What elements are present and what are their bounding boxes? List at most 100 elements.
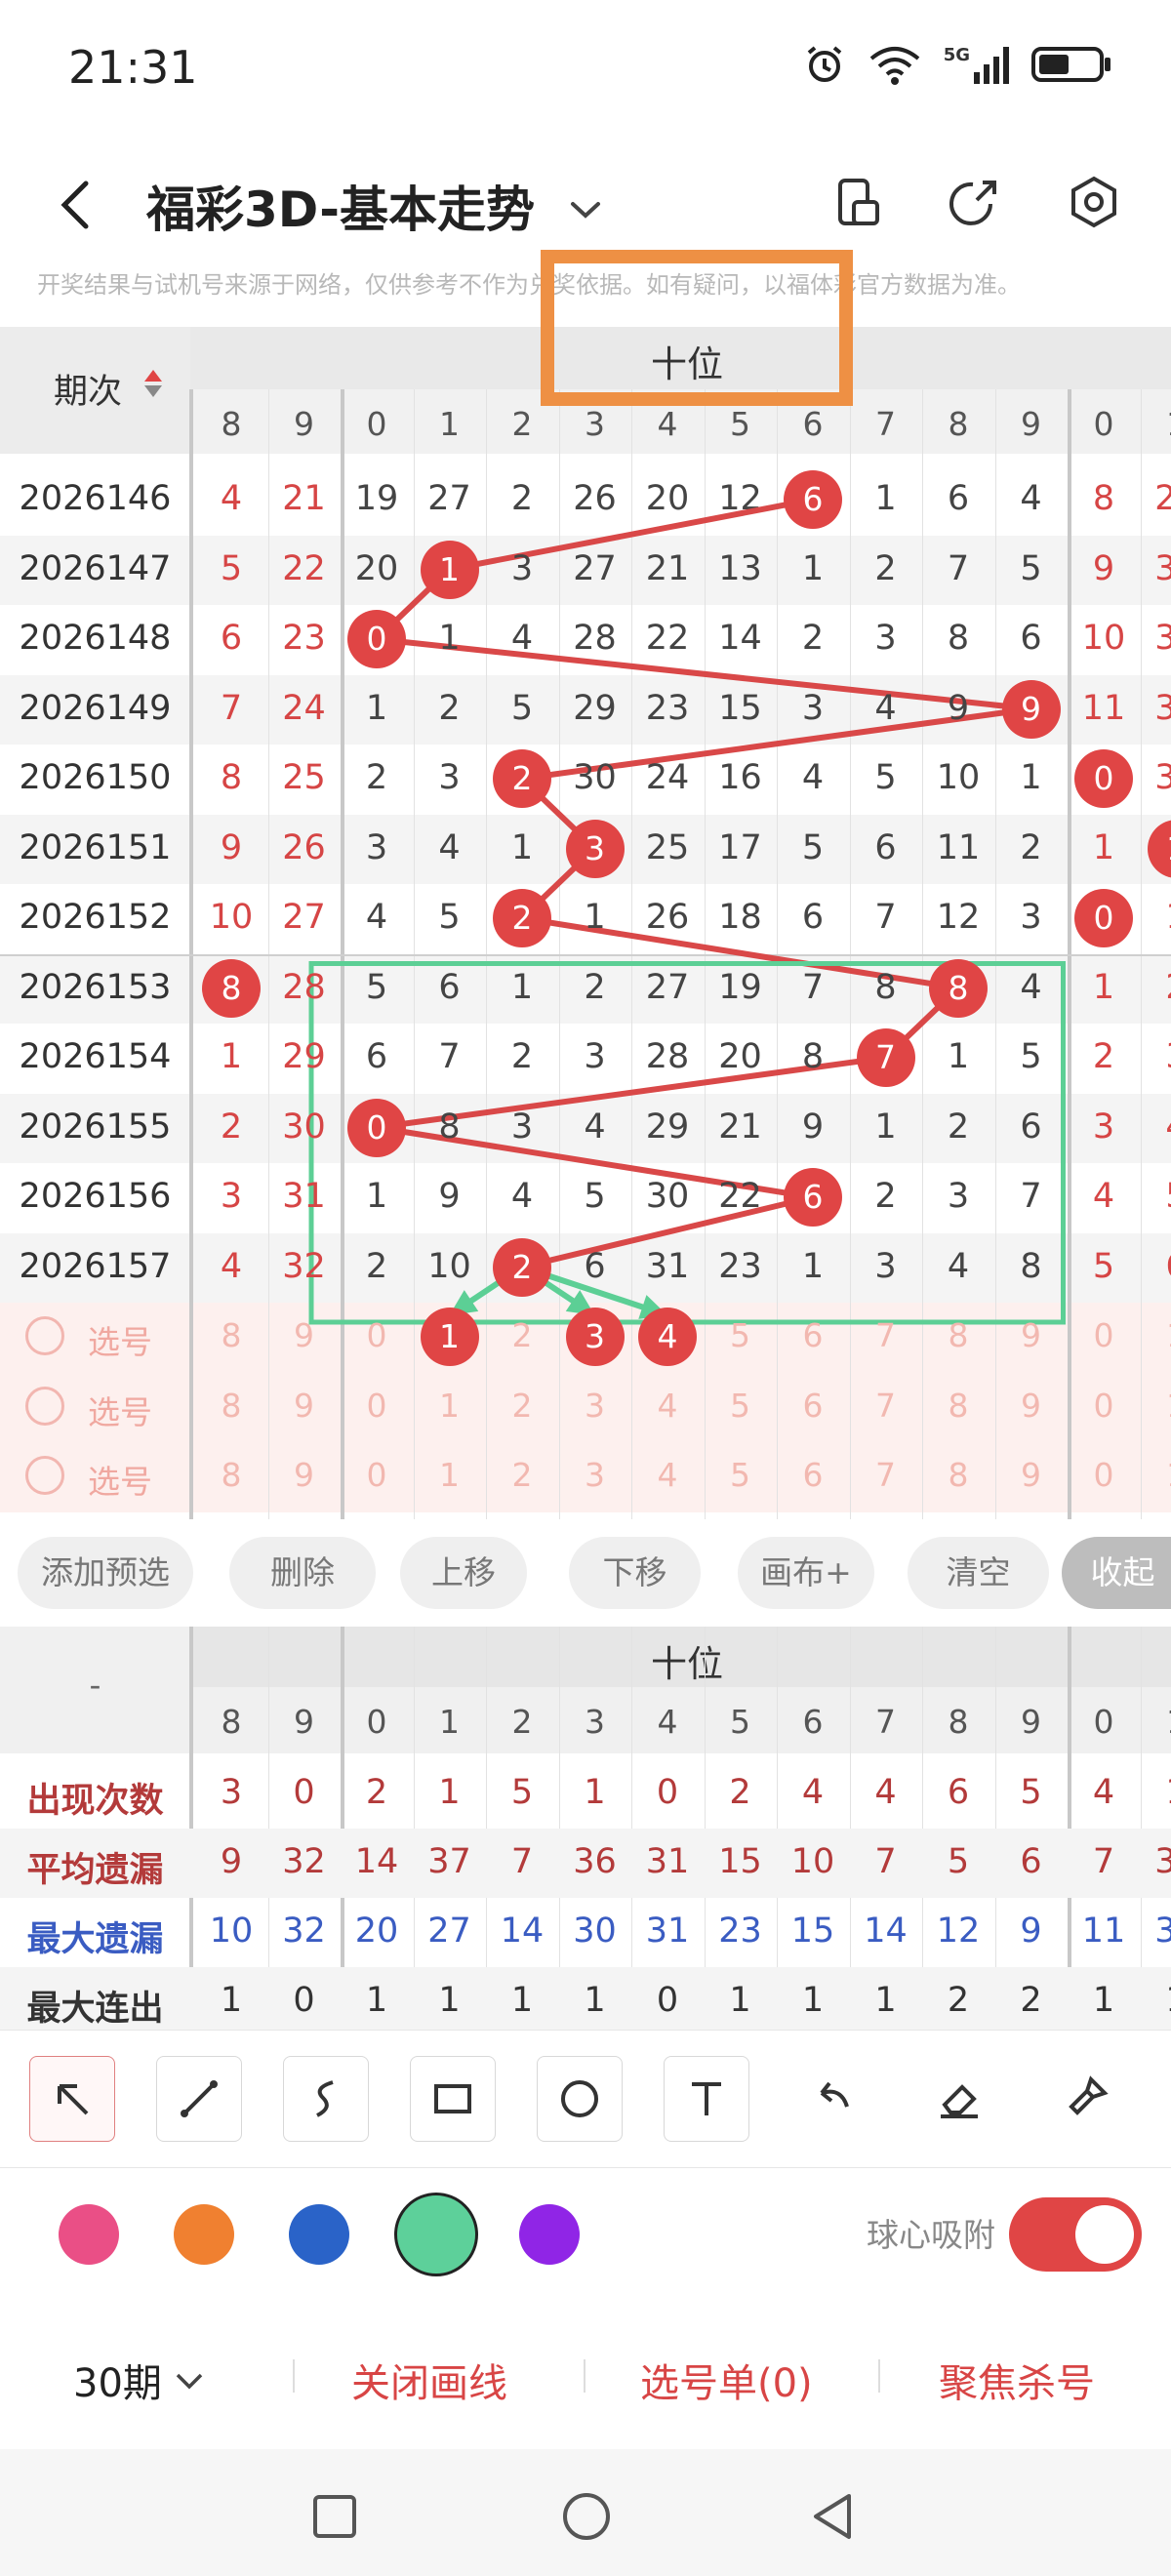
pick-radio[interactable] — [25, 1456, 64, 1495]
action-button[interactable]: 下移 — [569, 1537, 701, 1609]
pick-cell[interactable]: 5 — [705, 1456, 777, 1494]
pick-cell[interactable]: 0 — [1068, 1456, 1140, 1494]
back-arrow-icon[interactable] — [49, 176, 107, 234]
table-cell: 2 — [220, 1107, 243, 1147]
action-button[interactable]: 画布+ — [738, 1537, 874, 1609]
table-cell: 1 — [584, 898, 606, 937]
curve-tool-button[interactable] — [283, 2056, 369, 2142]
pick-cell[interactable]: 2 — [486, 1387, 558, 1425]
pick-cell[interactable]: 0 — [341, 1316, 413, 1354]
number-ball: 6 — [784, 1168, 842, 1227]
pick-cell[interactable]: 3 — [559, 1456, 631, 1494]
stats-cell: 6 — [947, 1773, 970, 1812]
pick-cell[interactable]: 9 — [995, 1316, 1068, 1354]
action-button[interactable]: 收起 — [1062, 1537, 1171, 1609]
pick-cell[interactable]: 7 — [850, 1456, 922, 1494]
settings-icon[interactable] — [1056, 164, 1132, 240]
pick-cell[interactable]: 2 — [486, 1456, 558, 1494]
pick-cell[interactable]: 6 — [777, 1316, 849, 1354]
pick-cell[interactable]: 9 — [268, 1387, 341, 1425]
sort-down-icon[interactable] — [144, 385, 162, 397]
period-header-label: 期次 — [54, 373, 123, 412]
focus-kill-button[interactable]: 聚焦杀号 — [939, 2352, 1095, 2408]
text-tool-button[interactable] — [664, 2056, 749, 2142]
arrow-tool-button[interactable] — [29, 2056, 115, 2142]
pick-cell[interactable]: 1 — [1141, 1387, 1171, 1425]
pick-ball[interactable]: 3 — [565, 1308, 625, 1366]
pick-radio[interactable] — [25, 1316, 64, 1355]
chevron-down-icon[interactable] — [561, 185, 610, 234]
pick-list-button[interactable]: 选号单(0) — [640, 2352, 813, 2408]
sort-up-icon[interactable] — [144, 370, 162, 382]
pick-cell[interactable]: 1 — [414, 1387, 486, 1425]
circle-tool-button[interactable] — [537, 2056, 623, 2142]
pick-cell[interactable]: 0 — [1068, 1316, 1140, 1354]
stats-cell: 6 — [1020, 1842, 1042, 1881]
snap-toggle[interactable] — [1009, 2197, 1142, 2272]
brush-tool-button[interactable] — [1044, 2056, 1128, 2140]
pick-ball[interactable]: 1 — [420, 1308, 479, 1366]
period-selector[interactable]: 30期 — [73, 2352, 209, 2408]
pick-cell[interactable]: 9 — [268, 1456, 341, 1494]
table-cell: 3 — [220, 1177, 243, 1216]
action-button[interactable]: 删除 — [229, 1537, 376, 1609]
pick-cell[interactable]: 5 — [705, 1387, 777, 1425]
pick-cell[interactable]: 8 — [922, 1316, 994, 1354]
pick-cell[interactable]: 2 — [486, 1316, 558, 1354]
color-swatch[interactable] — [289, 2204, 349, 2265]
pick-cell[interactable]: 8 — [195, 1316, 267, 1354]
table-cell: 27 — [282, 898, 326, 937]
action-button[interactable]: 上移 — [400, 1537, 527, 1609]
rotate-screen-icon[interactable] — [818, 164, 894, 240]
color-swatch[interactable] — [59, 2204, 119, 2265]
pick-cell[interactable]: 7 — [850, 1316, 922, 1354]
pick-cell[interactable]: 8 — [922, 1387, 994, 1425]
pick-cell[interactable]: 6 — [777, 1456, 849, 1494]
pick-cell[interactable]: 5 — [705, 1316, 777, 1354]
pick-cell[interactable]: 0 — [341, 1456, 413, 1494]
color-swatch[interactable] — [519, 2204, 580, 2265]
table-cell: 12 — [718, 479, 762, 518]
pick-cell[interactable]: 7 — [850, 1387, 922, 1425]
stats-cell: 33 — [1154, 1912, 1171, 1951]
recents-icon[interactable] — [310, 2492, 359, 2541]
pick-radio[interactable] — [25, 1386, 64, 1426]
eraser-tool-button[interactable] — [917, 2056, 1001, 2140]
table-cell: 27 — [573, 548, 617, 588]
pick-cell[interactable]: 6 — [777, 1387, 849, 1425]
stats-cell: 7 — [1092, 1842, 1115, 1881]
stats-cell: 32 — [282, 1912, 326, 1951]
line-tool-button[interactable] — [156, 2056, 242, 2142]
pick-cell[interactable]: 1 — [1141, 1316, 1171, 1354]
home-icon[interactable] — [560, 2490, 613, 2543]
pick-cell[interactable]: 4 — [631, 1456, 704, 1494]
pick-cell[interactable]: 3 — [559, 1387, 631, 1425]
close-lines-button[interactable]: 关闭画线 — [351, 2352, 507, 2408]
pick-cell[interactable]: 1 — [1141, 1456, 1171, 1494]
action-button[interactable]: 添加预选 — [18, 1537, 193, 1609]
rect-tool-button[interactable] — [410, 2056, 496, 2142]
page-title: 福彩3D-基本走势 — [146, 181, 535, 238]
table-cell: 2 — [1020, 827, 1042, 867]
pick-cell[interactable]: 9 — [268, 1316, 341, 1354]
pick-cell[interactable]: 9 — [995, 1456, 1068, 1494]
table-cell: 3 — [1020, 898, 1042, 937]
pick-cell[interactable]: 9 — [995, 1387, 1068, 1425]
color-swatch[interactable] — [174, 2204, 234, 2265]
number-ball: 8 — [929, 958, 988, 1018]
pick-cell[interactable]: 4 — [631, 1387, 704, 1425]
pick-cell[interactable]: 8 — [195, 1456, 267, 1494]
pick-cell[interactable]: 8 — [195, 1387, 267, 1425]
undo-tool-button[interactable] — [790, 2056, 874, 2140]
color-swatch[interactable] — [394, 2193, 478, 2276]
pick-cell[interactable]: 8 — [922, 1456, 994, 1494]
share-icon[interactable] — [937, 164, 1013, 240]
header-highlight-box — [541, 250, 853, 406]
pick-cell[interactable]: 1 — [414, 1456, 486, 1494]
action-button[interactable]: 清空 — [908, 1537, 1049, 1609]
pick-ball[interactable]: 4 — [638, 1308, 697, 1366]
back-icon[interactable] — [806, 2490, 859, 2543]
pick-cell[interactable]: 0 — [341, 1387, 413, 1425]
pick-cell[interactable]: 0 — [1068, 1387, 1140, 1425]
table-cell: 5 — [1020, 548, 1042, 588]
